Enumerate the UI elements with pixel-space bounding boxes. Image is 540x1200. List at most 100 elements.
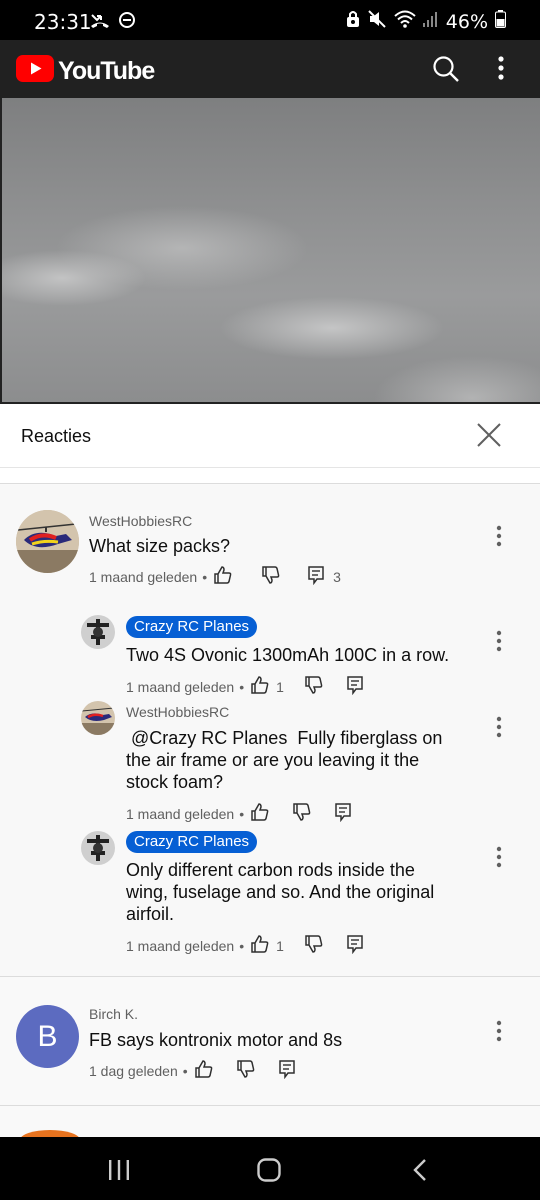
reply-button[interactable] [278, 1059, 296, 1082]
more-options-button[interactable] [497, 54, 505, 87]
reply-time: 1 maand geleden [126, 678, 235, 695]
reply-icon [278, 1060, 295, 1080]
comment-thread: WestHobbiesRC What size packs? 1 maand g… [0, 485, 540, 977]
dislike-button[interactable] [261, 565, 281, 588]
thumbs-down-icon [293, 803, 311, 821]
dislike-button[interactable] [292, 802, 312, 825]
status-time: 23:31 [34, 10, 92, 34]
reply-text-line: Only different carbon rods inside the [126, 860, 415, 880]
reply-count: 3 [333, 568, 341, 585]
reply-text: Two 4S Ovonic 1300mAh 100C in a row. [126, 645, 450, 665]
reply-icon [335, 803, 351, 823]
reply-text: Only different carbon rods inside the win… [126, 859, 476, 925]
lock-icon [346, 10, 360, 33]
more-vert-icon [496, 716, 502, 738]
status-bar: 23:31 46% [0, 0, 540, 40]
system-nav-bar [0, 1137, 540, 1200]
like-button[interactable] [250, 802, 270, 825]
signal-icon [422, 10, 439, 33]
youtube-logo-icon [16, 55, 54, 87]
reply-button[interactable] [346, 934, 364, 957]
avatar[interactable] [16, 510, 79, 573]
like-button[interactable] [250, 934, 270, 957]
reply-meta: 1 maand geleden • 1 [126, 675, 476, 698]
comment-menu-button[interactable] [495, 716, 503, 738]
comment-menu-button[interactable] [495, 525, 503, 547]
panel-divider [0, 468, 540, 484]
close-icon [474, 423, 504, 454]
reply-icon [347, 935, 363, 955]
battery-icon [495, 10, 506, 33]
reply-button[interactable] [346, 675, 364, 698]
reply-text: @Crazy RC Planes Fully fiberglass on the … [126, 727, 476, 793]
comment-menu-button[interactable] [495, 846, 503, 868]
like-count: 1 [276, 678, 284, 695]
dislike-button[interactable] [236, 1059, 256, 1082]
reply-author[interactable]: WestHobbiesRC [126, 704, 476, 720]
like-button[interactable] [250, 675, 270, 698]
youtube-header: YouTube [0, 40, 540, 98]
reply: WestHobbiesRC @Crazy RC Planes Fully fib… [126, 704, 476, 825]
reply-text-line: the air frame or are you leaving it the [126, 750, 420, 770]
dislike-button[interactable] [304, 675, 324, 698]
thumbs-down-icon [305, 676, 323, 694]
more-vert-icon [496, 846, 502, 868]
like-count: 1 [276, 937, 284, 954]
close-comments-button[interactable] [474, 420, 504, 450]
youtube-logo[interactable]: YouTube [16, 55, 155, 87]
thumbs-down-icon [305, 935, 323, 953]
more-vert-icon [496, 525, 502, 547]
avatar[interactable]: B [16, 1005, 79, 1068]
like-button[interactable] [194, 1059, 214, 1082]
reply-text-line: airfoil. [126, 904, 175, 924]
avatar[interactable] [81, 615, 115, 649]
avatar[interactable] [81, 701, 115, 735]
reply-text-line: stock foam? [126, 772, 224, 792]
reply-time: 1 maand geleden [126, 805, 235, 822]
comment-text: FB says kontronix motor and 8s [89, 1030, 343, 1050]
channel-owner-badge[interactable]: Crazy RC Planes [126, 831, 258, 853]
recent-apps-icon[interactable] [107, 1159, 131, 1186]
thumbs-down-icon [262, 566, 280, 584]
separator: • [239, 678, 245, 695]
separator: • [239, 805, 245, 822]
reply-text-line: wing, fuselage and so. And the original [126, 882, 435, 902]
thumbs-up-icon [214, 566, 232, 584]
wifi-icon [394, 10, 416, 33]
reply-button[interactable] [307, 565, 325, 588]
search-button[interactable] [432, 55, 460, 88]
reply-text-line: @Crazy RC Planes Fully fiberglass on [126, 728, 443, 748]
back-icon[interactable] [410, 1158, 430, 1187]
battery-percent: 46% [445, 10, 488, 33]
avatar[interactable] [81, 831, 115, 865]
dislike-button[interactable] [304, 934, 324, 957]
like-button[interactable] [213, 565, 233, 588]
missed-call-icon [90, 11, 110, 34]
thumbs-up-icon [194, 1060, 213, 1078]
comment-time: 1 dag geleden [89, 1062, 178, 1079]
mute-icon [367, 10, 387, 33]
comment-menu-button[interactable] [495, 630, 503, 652]
channel-owner-badge[interactable]: Crazy RC Planes [126, 616, 258, 638]
reply-icon [308, 566, 324, 586]
comment-menu-button[interactable] [495, 1020, 503, 1042]
video-player[interactable] [0, 98, 540, 404]
thumbs-up-icon [251, 676, 269, 694]
reply-meta: 1 maand geleden • [126, 802, 476, 825]
reply-icon [347, 676, 363, 696]
comment-author[interactable]: WestHobbiesRC [89, 513, 479, 529]
reply-time: 1 maand geleden [126, 937, 235, 954]
comment-author[interactable]: Birch K. [89, 1006, 479, 1022]
search-icon [432, 56, 460, 87]
thumbs-up-icon [251, 935, 269, 953]
more-vert-icon [496, 1020, 502, 1042]
reply-button[interactable] [334, 802, 352, 825]
reply: Crazy RC Planes Only different carbon ro… [126, 831, 476, 957]
comment-thread: B Birch K. FB says kontronix motor and 8… [0, 978, 540, 1106]
do-not-disturb-icon [118, 11, 136, 34]
youtube-wordmark: YouTube [58, 56, 155, 85]
home-icon[interactable] [257, 1158, 281, 1187]
comment-meta: 1 maand geleden • 3 [89, 565, 479, 588]
more-vert-icon [497, 56, 505, 86]
separator: • [202, 568, 208, 585]
